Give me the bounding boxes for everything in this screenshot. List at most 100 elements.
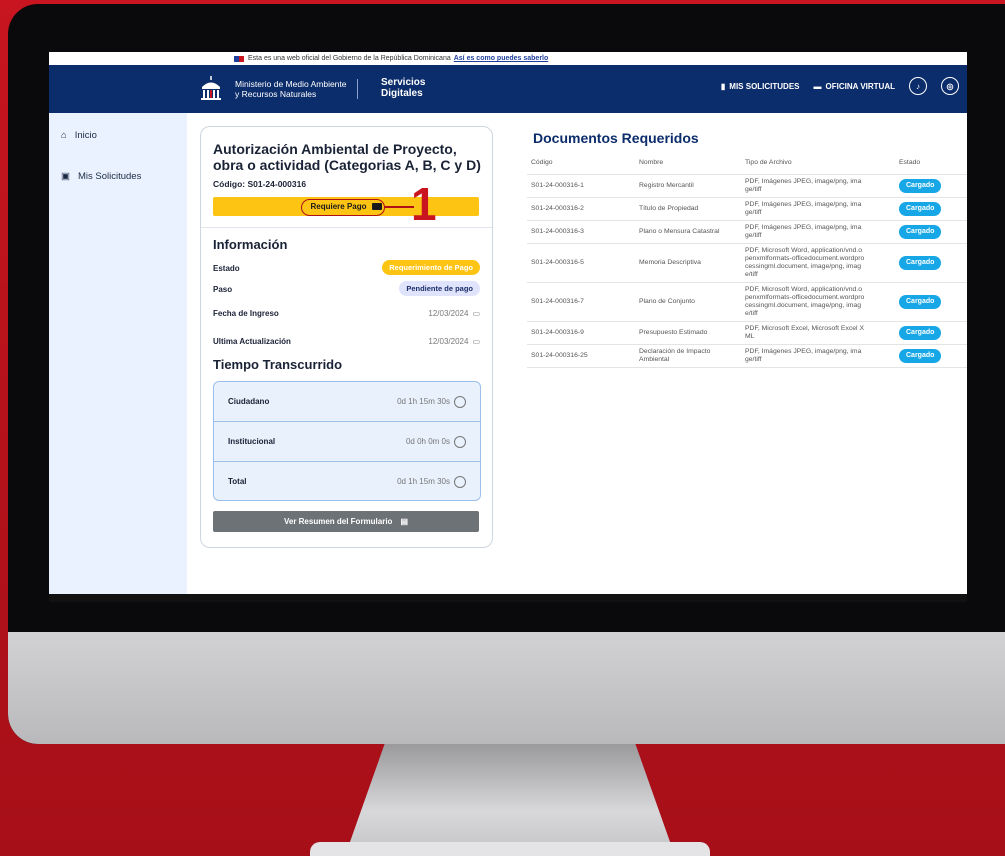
time-value: 0d 1h 15m 30s bbox=[397, 395, 466, 408]
ministry-logo-icon[interactable] bbox=[199, 75, 223, 101]
doc-code: S01-24-000316-2 bbox=[527, 197, 635, 221]
elapsed-time-box: Ciudadano 0d 1h 15m 30s Institucional 0d… bbox=[213, 381, 481, 501]
doc-type: PDF, Imágenes JPEG, image/png, image/tif… bbox=[741, 197, 869, 221]
document-icon: ▤ bbox=[400, 517, 409, 526]
paso-badge: Pendiente de pago bbox=[399, 281, 480, 296]
doc-name: Plano de Conjunto bbox=[635, 282, 741, 322]
time-row-total: Total 0d 1h 15m 30s bbox=[214, 462, 480, 500]
clock-icon bbox=[454, 475, 466, 488]
home-icon: ⌂ bbox=[61, 129, 67, 141]
table-row: S01-24-000316-3 Plano o Mensura Catastral… bbox=[527, 220, 967, 244]
column-header: Nombre bbox=[635, 153, 741, 175]
nav-oficina-virtual-label: OFICINA VIRTUAL bbox=[825, 81, 895, 91]
status-badge: Cargado bbox=[899, 202, 942, 216]
ministry-line-1: Ministerio de Medio Ambiente bbox=[235, 79, 347, 89]
documents-table: Código Nombre Tipo de Archivo Estado S01… bbox=[527, 153, 967, 368]
screen: Esta es una web oficial del Gobierno de … bbox=[49, 52, 967, 594]
nav-mis-solicitudes-label: MIS SOLICITUDES bbox=[729, 81, 800, 91]
sidebar-item-label: Mis Solicitudes bbox=[77, 170, 142, 182]
paso-label: Paso bbox=[213, 285, 233, 294]
doc-status: Cargado bbox=[869, 282, 967, 322]
doc-code: S01-24-000316-25 bbox=[527, 344, 635, 368]
view-summary-label: Ver Resumen del Formulario bbox=[283, 517, 393, 526]
services-title: Servicios Digitales bbox=[381, 77, 425, 99]
gov-banner-link[interactable]: Así es como puedes saberlo bbox=[454, 55, 549, 62]
table-row: S01-24-000316-2 Título de Propiedad PDF, I… bbox=[527, 197, 967, 221]
time-text: 0d 0h 0m 0s bbox=[405, 437, 450, 446]
status-badge: Cargado bbox=[899, 349, 942, 363]
doc-code: S01-24-000316-5 bbox=[527, 243, 635, 283]
doc-status: Cargado bbox=[869, 321, 967, 345]
actualizacion-value: 12/03/2024 bbox=[428, 337, 469, 346]
request-title: Autorización Ambiental de Proyecto, obra… bbox=[213, 141, 481, 173]
time-label: Total bbox=[228, 477, 247, 486]
callout-ring bbox=[301, 199, 385, 216]
tiempo-heading: Tiempo Transcurrido bbox=[213, 357, 343, 372]
doc-type: PDF, Imágenes JPEG, image/png, image/tif… bbox=[741, 174, 869, 198]
status-badge: Cargado bbox=[899, 295, 942, 309]
nav-oficina-virtual[interactable]: ▬ OFICINA VIRTUAL bbox=[814, 82, 895, 91]
doc-type: PDF, Imágenes JPEG, image/png, image/tif… bbox=[741, 220, 869, 244]
column-header: Estado bbox=[869, 153, 967, 175]
requests-icon: ▣ bbox=[61, 170, 70, 182]
status-badge: Cargado bbox=[899, 179, 942, 193]
doc-code: S01-24-000316-1 bbox=[527, 174, 635, 198]
doc-type: PDF, Microsoft Excel, Microsoft Excel XM… bbox=[741, 321, 869, 345]
doc-type: PDF, Microsoft Word, application/vnd.ope… bbox=[741, 282, 869, 322]
services-line-2: Digitales bbox=[381, 88, 423, 99]
doc-type: PDF, Microsoft Word, application/vnd.ope… bbox=[741, 243, 869, 283]
services-line-1: Servicios bbox=[381, 77, 426, 88]
sidebar-item-mis-solicitudes[interactable]: ▣ Mis Solicitudes bbox=[49, 166, 187, 186]
view-summary-button[interactable]: Ver Resumen del Formulario ▤ bbox=[213, 511, 479, 532]
calendar-icon: ▭ bbox=[472, 309, 480, 318]
ingreso-date: 12/03/2024 ▭ bbox=[428, 309, 480, 318]
calendar-icon: ▭ bbox=[472, 337, 480, 346]
monitor-chin bbox=[8, 632, 1005, 744]
column-header: Código bbox=[527, 153, 635, 175]
clock-icon bbox=[454, 435, 466, 448]
status-badge: Cargado bbox=[899, 326, 942, 340]
doc-status: Cargado bbox=[869, 344, 967, 368]
doc-code: S01-24-000316-9 bbox=[527, 321, 635, 345]
clock-icon bbox=[454, 395, 466, 408]
status-badge: Cargado bbox=[899, 225, 942, 239]
table-row: S01-24-000316-7 Plano de Conjunto PDF, Mic… bbox=[527, 282, 967, 322]
callout-line bbox=[384, 206, 414, 208]
time-value: 0d 1h 15m 30s bbox=[397, 475, 466, 488]
status-badge: Cargado bbox=[899, 256, 942, 270]
time-value: 0d 0h 0m 0s bbox=[405, 435, 466, 448]
nav-actions: ▮ MIS SOLICITUDES ▬ OFICINA VIRTUAL ♪ ◎ bbox=[721, 77, 959, 95]
divider bbox=[201, 227, 492, 228]
request-code: Código: S01-24-000316 bbox=[213, 179, 307, 189]
notifications-icon[interactable]: ♪ bbox=[909, 77, 927, 95]
doc-status: Cargado bbox=[869, 197, 967, 221]
callout-number: 1 bbox=[411, 178, 437, 230]
time-row-institucional: Institucional 0d 0h 0m 0s bbox=[214, 422, 480, 462]
estado-label: Estado bbox=[213, 264, 240, 273]
doc-type: PDF, Imágenes JPEG, image/png, image/tif… bbox=[741, 344, 869, 368]
actualizacion-label: Ultima Actualización bbox=[213, 337, 291, 346]
ingreso-label: Fecha de Ingreso bbox=[213, 309, 279, 318]
doc-name: Registro Mercantil bbox=[635, 174, 741, 198]
documents-table-body: S01-24-000316-1 Registro Mercantil PDF, Im… bbox=[527, 174, 967, 368]
gov-banner-text: Esta es una web oficial del Gobierno de … bbox=[248, 55, 451, 62]
folder-icon: ▮ bbox=[720, 81, 726, 91]
info-heading: Información bbox=[213, 237, 288, 252]
doc-code: S01-24-000316-7 bbox=[527, 282, 635, 322]
doc-name: Título de Propiedad bbox=[635, 197, 741, 221]
doc-code: S01-24-000316-3 bbox=[527, 220, 635, 244]
doc-name: Memoria Descriptiva bbox=[635, 243, 741, 283]
main-content: Autorización Ambiental de Proyecto, obra… bbox=[187, 113, 967, 594]
sidebar: ⌂ Inicio ▣ Mis Solicitudes bbox=[49, 113, 187, 594]
monitor-stand-base bbox=[310, 842, 710, 856]
doc-status: Cargado bbox=[869, 174, 967, 198]
documents-heading: Documentos Requeridos bbox=[533, 130, 699, 146]
flag-icon bbox=[234, 55, 244, 62]
doc-status: Cargado bbox=[869, 243, 967, 283]
sidebar-item-inicio[interactable]: ⌂ Inicio bbox=[49, 125, 187, 145]
user-profile-icon[interactable]: ◎ bbox=[941, 77, 959, 95]
nav-mis-solicitudes[interactable]: ▮ MIS SOLICITUDES bbox=[721, 82, 800, 91]
table-row: S01-24-000316-25 Declaración de Impacto A… bbox=[527, 344, 967, 368]
monitor-icon: ▬ bbox=[813, 81, 822, 91]
ministry-line-2: y Recursos Naturales bbox=[235, 89, 317, 99]
